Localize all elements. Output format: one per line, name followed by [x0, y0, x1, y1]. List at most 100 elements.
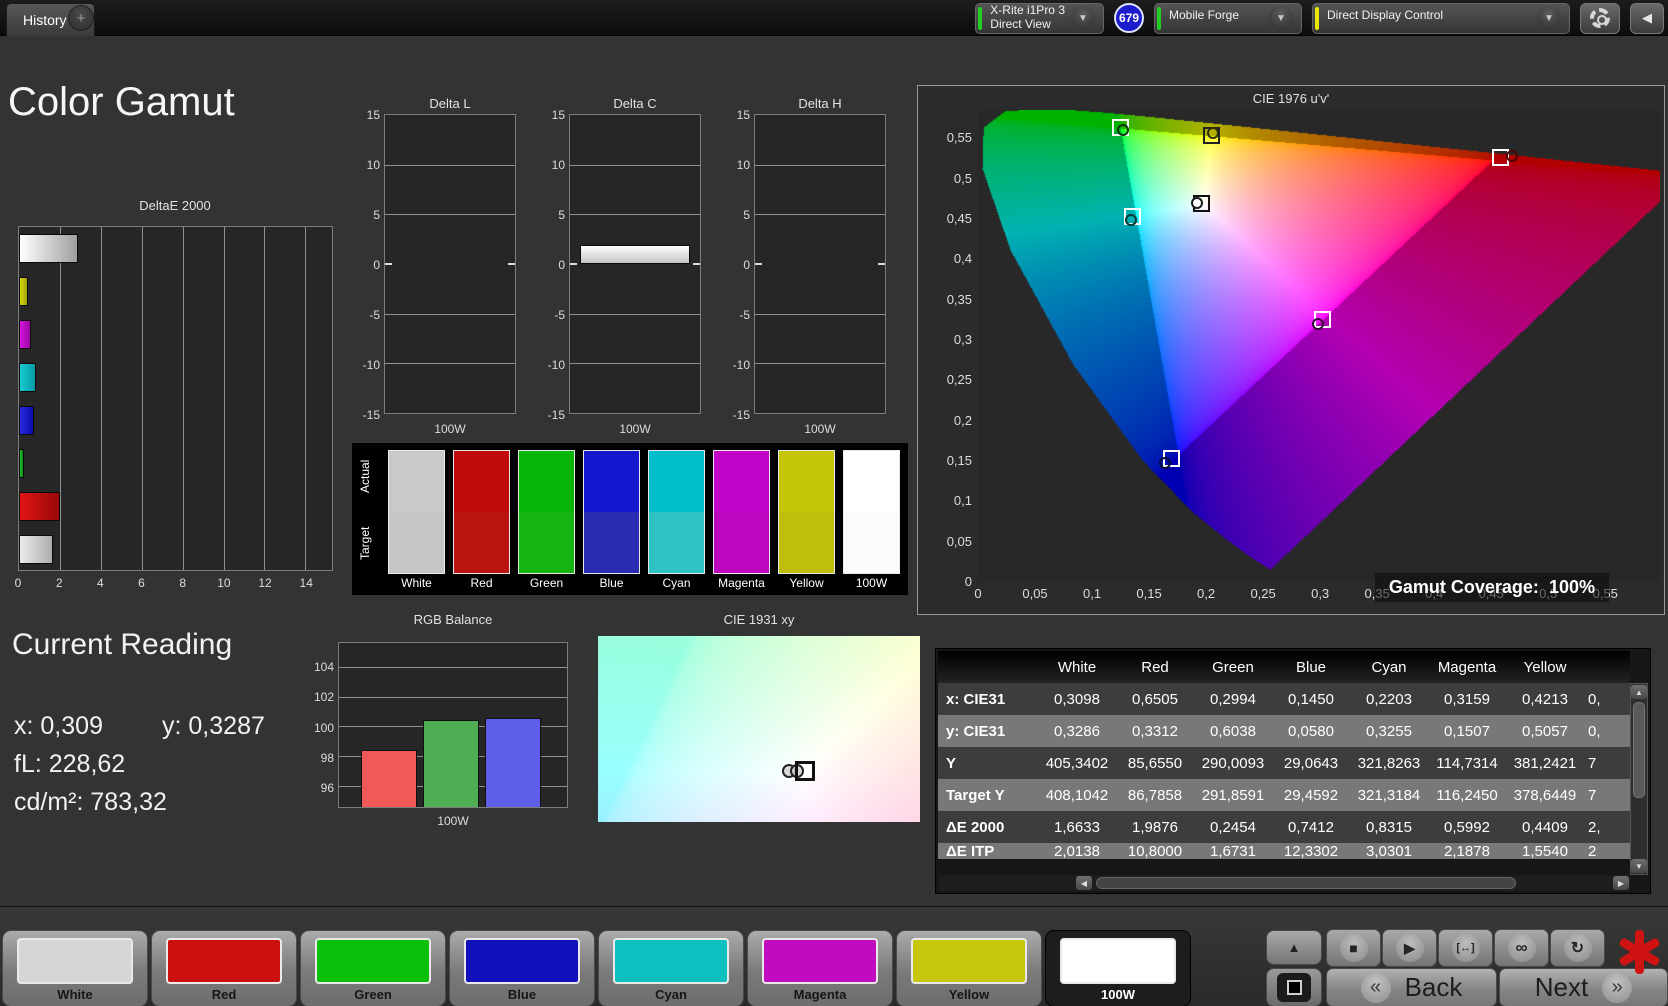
pattern-button-cyan[interactable]: Cyan	[598, 930, 744, 1006]
gridline	[339, 666, 567, 668]
gridline	[385, 313, 515, 315]
vertical-scroll-thumb[interactable]	[1633, 702, 1645, 798]
table-cell-clipped: 7	[1588, 754, 1597, 772]
pattern-button-yellow[interactable]: Yellow	[896, 930, 1042, 1006]
row-label: ΔE ITP	[946, 843, 995, 859]
measurement-table: White Red Green Blue Cyan Magenta Yellow x: CIE…	[935, 648, 1651, 894]
pattern-label: White	[57, 987, 93, 1002]
cie1976-diagram	[978, 110, 1660, 582]
x-tick-label: 8	[179, 576, 187, 590]
continuous-button[interactable]: ∞	[1494, 929, 1549, 967]
stop-icon: ■	[1339, 934, 1368, 962]
scroll-left-button[interactable]: ◀	[1076, 876, 1092, 890]
pattern-button-magenta[interactable]: Magenta	[747, 930, 893, 1006]
pattern-label: Blue	[507, 987, 537, 1002]
y-tick-label: 0	[743, 258, 750, 272]
rgb-bar-green	[423, 719, 479, 807]
pattern-swatch	[17, 938, 133, 984]
pattern-button-blue[interactable]: Blue	[449, 930, 595, 1006]
delta-bar	[580, 245, 690, 264]
column-header-Yellow: Yellow	[1523, 658, 1567, 676]
measurement-count-badge[interactable]: 679	[1114, 3, 1144, 33]
swatch-target	[389, 512, 444, 573]
pattern-label: 100W	[1101, 987, 1135, 1002]
cie1976-x-tick: 0,15	[1136, 586, 1162, 601]
source-dropdown[interactable]: Mobile Forge ▼	[1154, 2, 1302, 34]
add-tab-button[interactable]: +	[68, 5, 94, 31]
pattern-window-icon	[1286, 980, 1302, 995]
table-horizontal-scrollbar[interactable]: ◀ ▶	[938, 875, 1630, 891]
reading-fl: fL: 228,62	[14, 750, 126, 778]
cie1931-target-marker	[794, 760, 815, 781]
x-tick-label: 2	[55, 576, 63, 590]
y-tick-label: 15	[366, 108, 380, 122]
play-button[interactable]: ▶	[1382, 929, 1437, 967]
delta-plot	[384, 114, 516, 414]
table-cell: 0,6038	[1210, 722, 1256, 740]
zero-tick	[385, 263, 392, 265]
back-button[interactable]: « Back	[1326, 968, 1497, 1006]
stop-button[interactable]: ■	[1326, 929, 1381, 967]
top-bar: History 1 + X-Rite i1Pro 3 Direct View ▼ …	[0, 0, 1668, 36]
pattern-label: Red	[211, 987, 237, 1002]
collapse-panel-button[interactable]: ◀	[1630, 2, 1664, 34]
horizontal-scroll-thumb[interactable]	[1096, 877, 1516, 889]
meter-dropdown[interactable]: X-Rite i1Pro 3 Direct View ▼	[975, 2, 1104, 34]
swatch-yellow	[778, 450, 835, 574]
actual-target-swatch-strip: Actual Target White Red Green Blue Cyan Magen…	[352, 443, 908, 595]
pattern-up-button[interactable]: ▲	[1266, 930, 1322, 965]
display-control-dropdown[interactable]: Direct Display Control ▼	[1312, 2, 1570, 34]
table-cell: 0,2454	[1210, 818, 1256, 836]
table-cell: 0,1450	[1288, 690, 1334, 708]
bar-slot-magenta	[19, 313, 332, 356]
swatch-target	[584, 512, 639, 573]
scroll-right-button[interactable]: ▶	[1613, 876, 1629, 890]
x-tick-label: 0	[14, 576, 22, 590]
pattern-button-red[interactable]: Red	[151, 930, 297, 1006]
table-row: y: CIE31 0,3286 0,3312 0,6038 0,0580 0,3255 0,…	[938, 715, 1630, 747]
actual-label: Actual	[358, 459, 372, 494]
target-label: Target	[358, 526, 372, 561]
bar-slot-green	[19, 442, 332, 485]
meter-label: X-Rite i1Pro 3 Direct View	[990, 3, 1065, 31]
delta-x-label: 100W	[434, 422, 466, 436]
swatch-label: Green	[529, 576, 564, 590]
source-label: Mobile Forge	[1169, 7, 1240, 22]
table-vertical-scrollbar[interactable]: ▲ ▼	[1630, 683, 1648, 875]
gear-icon	[1590, 8, 1610, 28]
scroll-up-button[interactable]: ▲	[1631, 685, 1647, 699]
refresh-button[interactable]: ↻	[1550, 929, 1605, 967]
cie1931-panel: CIE 1931 xy	[598, 612, 920, 842]
cie1931-title: CIE 1931 xy	[723, 612, 795, 627]
cie1976-y-tick: 0,3	[953, 331, 972, 347]
cie1976-y-tick: 0,25	[946, 372, 972, 388]
pattern-window-button[interactable]	[1266, 968, 1322, 1006]
table-cell: 0,4409	[1522, 818, 1568, 836]
swatch-actual	[584, 451, 639, 512]
pattern-button-100w[interactable]: 100W	[1045, 930, 1191, 1006]
actual-marker-cyan	[1124, 213, 1137, 226]
bar-blue	[19, 406, 35, 435]
swatch-target	[519, 512, 574, 573]
table-cell: 0,3255	[1366, 722, 1412, 740]
rgb-balance-title: RGB Balance	[413, 612, 493, 627]
delta-title: Delta H	[798, 96, 842, 111]
cie1976-y-tick: 0,4	[953, 251, 972, 267]
scroll-down-button[interactable]: ▼	[1631, 859, 1647, 873]
column-header-Green: Green	[1212, 658, 1254, 676]
swatch-green	[518, 450, 575, 574]
table-cell: 86,7858	[1127, 786, 1183, 804]
swatch-actual	[649, 451, 704, 512]
bar-slot-cyan	[19, 356, 332, 399]
settings-button[interactable]	[1580, 2, 1620, 34]
table-cell: 0,8315	[1366, 818, 1412, 836]
column-header-Magenta: Magenta	[1437, 658, 1497, 676]
table-cell: 1,9876	[1132, 818, 1178, 836]
bar-slot-red	[19, 485, 332, 528]
cie1976-y-tick: 0,15	[946, 452, 972, 468]
range-button[interactable]: [↔]	[1438, 929, 1493, 967]
pattern-button-white[interactable]: White	[2, 930, 148, 1006]
pattern-button-green[interactable]: Green	[300, 930, 446, 1006]
swatch-actual	[714, 451, 769, 512]
display-control-label: Direct Display Control	[1327, 7, 1444, 22]
